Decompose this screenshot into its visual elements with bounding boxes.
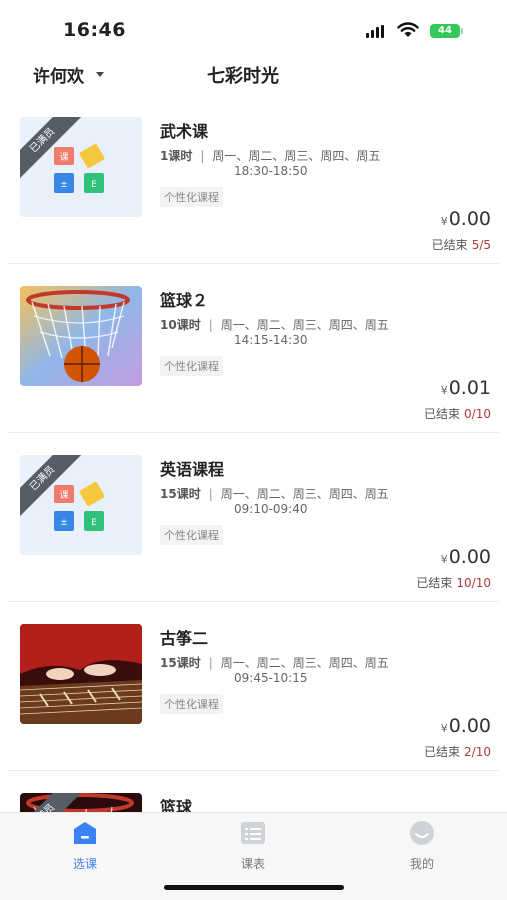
course-thumbnail: 课 ± E 已满员 <box>20 117 142 217</box>
course-days: 周一、周二、周三、周四、周五 <box>220 318 389 332</box>
course-name: 武术课 <box>160 122 209 141</box>
battery-icon: 44 <box>430 24 460 38</box>
profile-icon <box>410 821 434 845</box>
course-days: 周一、周二、周三、周四、周五 <box>212 149 381 163</box>
status-bar: 16:46 44 <box>0 0 507 50</box>
course-price: ¥0.00 <box>440 546 491 568</box>
tab-label: 我的 <box>409 857 434 871</box>
course-thumbnail <box>20 286 142 386</box>
wifi-icon <box>397 22 419 37</box>
svg-text:课: 课 <box>59 490 68 501</box>
svg-text:课: 课 <box>59 152 68 163</box>
enrollment-count: 0/10 <box>464 407 491 421</box>
course-status: 已结束 5/5 <box>431 238 491 252</box>
course-thumbnail <box>20 624 142 724</box>
course-time: 09:10-09:40 <box>234 502 308 516</box>
course-days: 周一、周二、周三、周四、周五 <box>220 656 389 670</box>
user-switcher[interactable]: 许何欢 <box>33 62 104 87</box>
svg-text:±: ± <box>60 180 68 190</box>
basketball-hoop-image <box>20 286 142 386</box>
svg-text:E: E <box>91 180 97 190</box>
course-status: 已结束 0/10 <box>424 407 491 421</box>
basketball-hoop-image <box>20 793 142 812</box>
course-time: 09:45-10:15 <box>234 671 308 685</box>
course-tag: 个性化课程 <box>160 356 223 376</box>
battery-level: 44 <box>438 25 452 36</box>
enrollment-count: 10/10 <box>456 576 491 590</box>
course-thumbnail: 已满员 <box>20 793 142 812</box>
course-card[interactable]: 课 ± E 已满员 英语课程 15课时 | 周一、周二、周三、周四、周五 09:10… <box>8 433 499 602</box>
course-hours: 10课时 <box>160 318 201 332</box>
tab-profile[interactable]: 我的 <box>382 819 462 872</box>
course-card[interactable]: 课 ± E 已满员 武术课 1课时 | 周一、周二、周三、周四、周五 18:30-1… <box>8 95 499 264</box>
top-header: 许何欢 七彩时光 <box>0 52 507 92</box>
battery-tip <box>461 28 463 34</box>
course-card[interactable]: 古筝二 15课时 | 周一、周二、周三、周四、周五 09:45-10:15 个性化课… <box>8 602 499 771</box>
svg-text:±: ± <box>60 518 68 528</box>
course-tag: 个性化课程 <box>160 187 223 207</box>
course-hours: 15课时 <box>160 656 201 670</box>
tab-label: 课表 <box>240 857 265 871</box>
course-list[interactable]: 课 ± E 已满员 武术课 1课时 | 周一、周二、周三、周四、周五 18:30-1… <box>0 95 507 812</box>
course-name: 古筝二 <box>160 629 209 648</box>
guzheng-image <box>20 624 142 724</box>
user-name: 许何欢 <box>33 67 84 87</box>
course-time: 14:15-14:30 <box>234 333 308 347</box>
course-select-icon <box>74 822 96 844</box>
tab-course-select[interactable]: 选课 <box>45 819 125 872</box>
course-card[interactable]: 篮球２ 10课时 | 周一、周二、周三、周四、周五 14:15-14:30 个性化课… <box>8 264 499 433</box>
course-name: 英语课程 <box>160 460 225 479</box>
status-time: 16:46 <box>63 19 126 41</box>
course-card[interactable]: 已满员 篮球 <box>8 771 499 812</box>
course-meta: 15课时 | 周一、周二、周三、周四、周五 09:45-10:15 <box>160 656 389 685</box>
enrollment-count: 2/10 <box>464 745 491 759</box>
course-thumbnail: 课 ± E 已满员 <box>20 455 142 555</box>
chevron-down-icon <box>96 72 104 77</box>
cellular-signal-icon <box>366 25 386 38</box>
tab-label: 选课 <box>72 857 97 871</box>
course-hours: 15课时 <box>160 487 201 501</box>
page-title: 七彩时光 <box>207 66 279 87</box>
school-books-icon: 课 ± E <box>20 455 142 555</box>
course-price: ¥0.00 <box>440 208 491 230</box>
course-tag: 个性化课程 <box>160 525 223 545</box>
course-name: 篮球２ <box>160 291 209 310</box>
schedule-icon <box>241 822 265 844</box>
course-hours: 1课时 <box>160 149 193 163</box>
course-meta: 10课时 | 周一、周二、周三、周四、周五 14:15-14:30 <box>160 318 389 347</box>
course-days: 周一、周二、周三、周四、周五 <box>220 487 389 501</box>
svg-text:E: E <box>91 518 97 528</box>
course-meta: 15课时 | 周一、周二、周三、周四、周五 09:10-09:40 <box>160 487 389 516</box>
course-name: 篮球 <box>160 798 193 812</box>
home-indicator <box>164 885 344 890</box>
school-books-icon: 课 ± E <box>20 117 142 217</box>
tab-schedule[interactable]: 课表 <box>213 819 293 872</box>
course-price: ¥0.01 <box>440 377 491 399</box>
course-tag: 个性化课程 <box>160 694 223 714</box>
course-meta: 1课时 | 周一、周二、周三、周四、周五 18:30-18:50 <box>160 149 381 178</box>
course-status: 已结束 2/10 <box>424 745 491 759</box>
course-status: 已结束 10/10 <box>416 576 491 590</box>
course-time: 18:30-18:50 <box>234 164 308 178</box>
enrollment-count: 5/5 <box>471 238 491 252</box>
course-price: ¥0.00 <box>440 715 491 737</box>
